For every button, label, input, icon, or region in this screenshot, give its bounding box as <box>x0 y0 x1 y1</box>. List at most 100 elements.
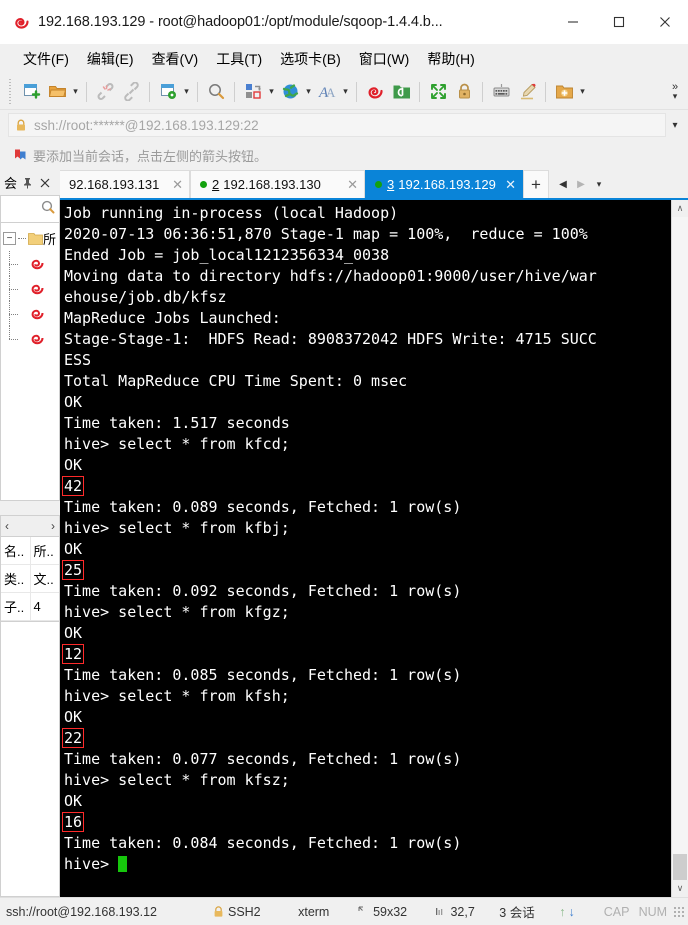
status-path: ssh://root@192.168.193.12 <box>6 904 157 919</box>
maximize-button[interactable] <box>596 0 642 44</box>
resize-grip[interactable] <box>673 905 686 918</box>
sidebar-splitter[interactable] <box>0 501 60 515</box>
find-icon[interactable] <box>203 79 229 105</box>
tab-list-button[interactable]: ▾ <box>591 179 607 190</box>
property-key: 类.. <box>1 565 31 592</box>
session-properties-dropdown[interactable]: ▾ <box>181 79 192 105</box>
status-position-label: 32,7 <box>450 904 475 919</box>
tree-session-item[interactable] <box>1 276 59 301</box>
table-row: 类.. 文.. <box>1 565 59 593</box>
toolbar: ▾ ▾ ▾ ▾ A A ▾ ▾ » ▾ <box>0 74 688 110</box>
tree-session-item[interactable] <box>1 301 59 326</box>
tab-close-icon[interactable]: ✕ <box>341 177 358 193</box>
sidebar-search-box[interactable] <box>0 195 60 223</box>
lock-icon[interactable] <box>451 79 477 105</box>
terminal-line: Job running in-process (local Hadoop) <box>64 204 399 222</box>
tree-session-item[interactable] <box>1 251 59 276</box>
session-icon <box>29 331 45 346</box>
font-dropdown[interactable]: ▾ <box>340 79 351 105</box>
highlighted-result: 22 <box>62 728 85 748</box>
tree-expander-icon[interactable]: − <box>3 232 16 245</box>
pin-icon[interactable] <box>19 177 35 189</box>
terminal-line: hive> select * from kfbj; <box>64 519 290 537</box>
toolbar-separator <box>482 81 483 102</box>
bookmark-flag-icon <box>10 148 30 163</box>
terminal-line: hive> select * from kfgz; <box>64 603 290 621</box>
search-icon <box>40 199 56 220</box>
menu-file[interactable]: 文件(F) <box>14 45 78 73</box>
properties-table: 名.. 所.. 类.. 文.. 子.. 4 <box>0 537 60 622</box>
address-dropdown-icon[interactable]: ▾ <box>666 120 684 131</box>
close-button[interactable] <box>642 0 688 44</box>
menu-tools[interactable]: 工具(T) <box>207 45 271 73</box>
tree-session-item[interactable] <box>1 326 59 351</box>
scrollbar-track[interactable] <box>672 217 688 880</box>
scroll-down-button[interactable]: ∨ <box>672 880 688 897</box>
tree-branch <box>9 288 19 290</box>
address-input[interactable]: ssh://root:******@192.168.193.129:22 <box>8 113 666 137</box>
menu-edit[interactable]: 编辑(E) <box>78 45 143 73</box>
menu-window[interactable]: 窗口(W) <box>350 45 419 73</box>
tab-193-131[interactable]: 92.168.193.131 ✕ <box>60 170 190 198</box>
tab-next-button[interactable]: ▶ <box>573 179 589 190</box>
sessions-tree[interactable]: − 所 <box>0 223 60 501</box>
minimize-button[interactable] <box>550 0 596 44</box>
close-icon[interactable] <box>37 178 53 188</box>
toolbar-overflow-button[interactable]: » ▾ <box>666 74 684 110</box>
terminal-cursor <box>118 856 128 872</box>
xshell-icon[interactable] <box>362 79 388 105</box>
status-protocol-label: SSH2 <box>227 904 261 919</box>
tab-prev-button[interactable]: ◀ <box>555 179 571 190</box>
toolbar-separator <box>86 81 87 102</box>
new-folder-icon[interactable] <box>551 79 577 105</box>
new-folder-dropdown[interactable]: ▾ <box>577 79 588 105</box>
toolbar-overflow-caret: ▾ <box>672 91 678 101</box>
tab-label: 192.168.193.130 <box>223 177 321 192</box>
globe-icon[interactable] <box>277 79 303 105</box>
terminal-output[interactable]: Job running in-process (local Hadoop) 202… <box>60 200 671 897</box>
sidebar-title: 会 <box>4 176 18 191</box>
reconnect-icon[interactable] <box>118 79 144 105</box>
tab-193-129[interactable]: 3 192.168.193.129 ✕ <box>365 170 523 198</box>
globe-dropdown[interactable]: ▾ <box>303 79 314 105</box>
highlight-pen-icon[interactable] <box>514 79 540 105</box>
tab-close-icon[interactable]: ✕ <box>499 177 516 193</box>
menu-tabs[interactable]: 选项卡(B) <box>271 45 350 73</box>
fullscreen-icon[interactable] <box>425 79 451 105</box>
new-session-icon[interactable] <box>18 79 44 105</box>
terminal-scrollbar[interactable]: ∧ ∨ <box>671 200 688 897</box>
tab-close-icon[interactable]: ✕ <box>166 177 183 193</box>
session-icon <box>29 281 45 296</box>
open-session-dropdown[interactable]: ▾ <box>70 79 81 105</box>
terminal-line: 25 <box>62 560 671 581</box>
menu-view[interactable]: 查看(V) <box>143 45 208 73</box>
address-bar: ssh://root:******@192.168.193.129:22 ▾ <box>0 110 688 140</box>
xftp-icon[interactable] <box>388 79 414 105</box>
terminal-line: Stage-Stage-1: HDFS Read: 8908372042 HDF… <box>64 330 597 348</box>
tab-193-130[interactable]: 2 192.168.193.130 ✕ <box>190 170 365 198</box>
tab-navigation: ◀ ▶ ▾ <box>549 170 607 198</box>
disconnect-icon[interactable] <box>92 79 118 105</box>
tree-line <box>18 238 26 239</box>
properties-prev-button[interactable]: ‹ <box>5 519 9 533</box>
menu-help[interactable]: 帮助(H) <box>418 45 483 73</box>
file-transfer-icon[interactable] <box>240 79 266 105</box>
open-session-icon[interactable] <box>44 79 70 105</box>
toolbar-separator <box>149 81 150 102</box>
properties-next-button[interactable]: › <box>51 519 55 533</box>
svg-text:A: A <box>326 85 336 100</box>
tab-label: 92.168.193.131 <box>69 177 160 192</box>
scrollbar-thumb[interactable] <box>673 854 687 880</box>
status-num-lock: NUM <box>638 904 668 919</box>
keyboard-icon[interactable] <box>488 79 514 105</box>
file-transfer-dropdown[interactable]: ▾ <box>266 79 277 105</box>
xshell-spiral-icon <box>0 13 34 31</box>
scroll-up-button[interactable]: ∧ <box>672 200 688 217</box>
tree-root-folder[interactable]: − 所 <box>1 226 59 251</box>
highlighted-result: 16 <box>62 812 85 832</box>
font-icon[interactable]: A A <box>314 79 340 105</box>
toolbar-grip[interactable] <box>8 78 14 105</box>
terminal-line: OK <box>64 540 83 558</box>
session-properties-icon[interactable] <box>155 79 181 105</box>
new-tab-button[interactable]: + <box>523 170 549 198</box>
